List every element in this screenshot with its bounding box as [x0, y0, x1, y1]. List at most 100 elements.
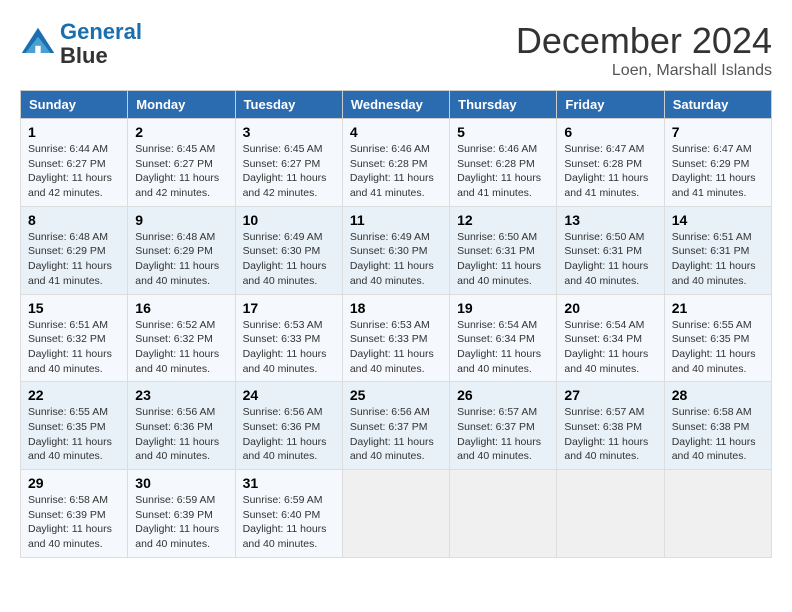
- calendar-cell: 11 Sunrise: 6:49 AM Sunset: 6:30 PM Dayl…: [342, 206, 449, 294]
- day-info: Sunrise: 6:46 AM Sunset: 6:28 PM Dayligh…: [350, 142, 442, 201]
- day-number: 14: [672, 212, 764, 228]
- day-number: 27: [564, 387, 656, 403]
- day-number: 25: [350, 387, 442, 403]
- calendar-cell: 26 Sunrise: 6:57 AM Sunset: 6:37 PM Dayl…: [450, 382, 557, 470]
- day-number: 13: [564, 212, 656, 228]
- day-number: 26: [457, 387, 549, 403]
- calendar-cell: 29 Sunrise: 6:58 AM Sunset: 6:39 PM Dayl…: [21, 470, 128, 558]
- calendar-cell: 13 Sunrise: 6:50 AM Sunset: 6:31 PM Dayl…: [557, 206, 664, 294]
- calendar-cell: 6 Sunrise: 6:47 AM Sunset: 6:28 PM Dayli…: [557, 119, 664, 207]
- day-info: Sunrise: 6:53 AM Sunset: 6:33 PM Dayligh…: [350, 318, 442, 377]
- weekday-header-cell: Sunday: [21, 91, 128, 119]
- calendar-cell: 10 Sunrise: 6:49 AM Sunset: 6:30 PM Dayl…: [235, 206, 342, 294]
- calendar-cell: [557, 470, 664, 558]
- logo: General Blue: [20, 20, 142, 68]
- day-info: Sunrise: 6:51 AM Sunset: 6:31 PM Dayligh…: [672, 230, 764, 289]
- calendar-cell: 21 Sunrise: 6:55 AM Sunset: 6:35 PM Dayl…: [664, 294, 771, 382]
- calendar-cell: 2 Sunrise: 6:45 AM Sunset: 6:27 PM Dayli…: [128, 119, 235, 207]
- calendar-week-row: 15 Sunrise: 6:51 AM Sunset: 6:32 PM Dayl…: [21, 294, 772, 382]
- day-number: 24: [243, 387, 335, 403]
- day-info: Sunrise: 6:50 AM Sunset: 6:31 PM Dayligh…: [564, 230, 656, 289]
- title-section: December 2024 Loen, Marshall Islands: [516, 20, 772, 80]
- weekday-header-cell: Wednesday: [342, 91, 449, 119]
- calendar-cell: 25 Sunrise: 6:56 AM Sunset: 6:37 PM Dayl…: [342, 382, 449, 470]
- calendar-table: SundayMondayTuesdayWednesdayThursdayFrid…: [20, 90, 772, 558]
- day-number: 20: [564, 300, 656, 316]
- day-number: 2: [135, 124, 227, 140]
- day-number: 8: [28, 212, 120, 228]
- calendar-cell: 7 Sunrise: 6:47 AM Sunset: 6:29 PM Dayli…: [664, 119, 771, 207]
- day-info: Sunrise: 6:49 AM Sunset: 6:30 PM Dayligh…: [243, 230, 335, 289]
- calendar-cell: 9 Sunrise: 6:48 AM Sunset: 6:29 PM Dayli…: [128, 206, 235, 294]
- day-number: 1: [28, 124, 120, 140]
- day-info: Sunrise: 6:52 AM Sunset: 6:32 PM Dayligh…: [135, 318, 227, 377]
- day-number: 4: [350, 124, 442, 140]
- day-number: 29: [28, 475, 120, 491]
- day-info: Sunrise: 6:56 AM Sunset: 6:37 PM Dayligh…: [350, 405, 442, 464]
- day-info: Sunrise: 6:54 AM Sunset: 6:34 PM Dayligh…: [564, 318, 656, 377]
- calendar-cell: 23 Sunrise: 6:56 AM Sunset: 6:36 PM Dayl…: [128, 382, 235, 470]
- calendar-body: 1 Sunrise: 6:44 AM Sunset: 6:27 PM Dayli…: [21, 119, 772, 558]
- day-number: 30: [135, 475, 227, 491]
- calendar-cell: 30 Sunrise: 6:59 AM Sunset: 6:39 PM Dayl…: [128, 470, 235, 558]
- calendar-cell: [450, 470, 557, 558]
- day-info: Sunrise: 6:58 AM Sunset: 6:38 PM Dayligh…: [672, 405, 764, 464]
- month-title: December 2024: [516, 20, 772, 62]
- day-number: 31: [243, 475, 335, 491]
- day-info: Sunrise: 6:45 AM Sunset: 6:27 PM Dayligh…: [135, 142, 227, 201]
- calendar-cell: 14 Sunrise: 6:51 AM Sunset: 6:31 PM Dayl…: [664, 206, 771, 294]
- calendar-cell: 1 Sunrise: 6:44 AM Sunset: 6:27 PM Dayli…: [21, 119, 128, 207]
- calendar-cell: 31 Sunrise: 6:59 AM Sunset: 6:40 PM Dayl…: [235, 470, 342, 558]
- calendar-cell: 16 Sunrise: 6:52 AM Sunset: 6:32 PM Dayl…: [128, 294, 235, 382]
- logo-line1: General: [60, 19, 142, 44]
- calendar-week-row: 8 Sunrise: 6:48 AM Sunset: 6:29 PM Dayli…: [21, 206, 772, 294]
- calendar-cell: 8 Sunrise: 6:48 AM Sunset: 6:29 PM Dayli…: [21, 206, 128, 294]
- calendar-cell: 18 Sunrise: 6:53 AM Sunset: 6:33 PM Dayl…: [342, 294, 449, 382]
- calendar-cell: 3 Sunrise: 6:45 AM Sunset: 6:27 PM Dayli…: [235, 119, 342, 207]
- calendar-cell: 20 Sunrise: 6:54 AM Sunset: 6:34 PM Dayl…: [557, 294, 664, 382]
- calendar-cell: 22 Sunrise: 6:55 AM Sunset: 6:35 PM Dayl…: [21, 382, 128, 470]
- day-number: 22: [28, 387, 120, 403]
- day-number: 7: [672, 124, 764, 140]
- day-info: Sunrise: 6:47 AM Sunset: 6:29 PM Dayligh…: [672, 142, 764, 201]
- calendar-cell: 12 Sunrise: 6:50 AM Sunset: 6:31 PM Dayl…: [450, 206, 557, 294]
- day-info: Sunrise: 6:55 AM Sunset: 6:35 PM Dayligh…: [672, 318, 764, 377]
- calendar-cell: [342, 470, 449, 558]
- day-info: Sunrise: 6:56 AM Sunset: 6:36 PM Dayligh…: [243, 405, 335, 464]
- calendar-week-row: 29 Sunrise: 6:58 AM Sunset: 6:39 PM Dayl…: [21, 470, 772, 558]
- day-number: 11: [350, 212, 442, 228]
- day-info: Sunrise: 6:55 AM Sunset: 6:35 PM Dayligh…: [28, 405, 120, 464]
- day-info: Sunrise: 6:59 AM Sunset: 6:40 PM Dayligh…: [243, 493, 335, 552]
- day-number: 16: [135, 300, 227, 316]
- weekday-header-cell: Tuesday: [235, 91, 342, 119]
- day-info: Sunrise: 6:58 AM Sunset: 6:39 PM Dayligh…: [28, 493, 120, 552]
- day-number: 5: [457, 124, 549, 140]
- day-number: 12: [457, 212, 549, 228]
- weekday-header-row: SundayMondayTuesdayWednesdayThursdayFrid…: [21, 91, 772, 119]
- day-info: Sunrise: 6:48 AM Sunset: 6:29 PM Dayligh…: [135, 230, 227, 289]
- day-number: 3: [243, 124, 335, 140]
- calendar-cell: 24 Sunrise: 6:56 AM Sunset: 6:36 PM Dayl…: [235, 382, 342, 470]
- day-number: 21: [672, 300, 764, 316]
- day-info: Sunrise: 6:45 AM Sunset: 6:27 PM Dayligh…: [243, 142, 335, 201]
- day-info: Sunrise: 6:44 AM Sunset: 6:27 PM Dayligh…: [28, 142, 120, 201]
- calendar-cell: 19 Sunrise: 6:54 AM Sunset: 6:34 PM Dayl…: [450, 294, 557, 382]
- weekday-header-cell: Monday: [128, 91, 235, 119]
- weekday-header-cell: Thursday: [450, 91, 557, 119]
- location: Loen, Marshall Islands: [516, 62, 772, 80]
- day-number: 23: [135, 387, 227, 403]
- day-number: 18: [350, 300, 442, 316]
- calendar-cell: 4 Sunrise: 6:46 AM Sunset: 6:28 PM Dayli…: [342, 119, 449, 207]
- day-info: Sunrise: 6:53 AM Sunset: 6:33 PM Dayligh…: [243, 318, 335, 377]
- day-info: Sunrise: 6:50 AM Sunset: 6:31 PM Dayligh…: [457, 230, 549, 289]
- day-number: 19: [457, 300, 549, 316]
- calendar-cell: 15 Sunrise: 6:51 AM Sunset: 6:32 PM Dayl…: [21, 294, 128, 382]
- day-number: 10: [243, 212, 335, 228]
- day-info: Sunrise: 6:48 AM Sunset: 6:29 PM Dayligh…: [28, 230, 120, 289]
- calendar-cell: 5 Sunrise: 6:46 AM Sunset: 6:28 PM Dayli…: [450, 119, 557, 207]
- day-number: 17: [243, 300, 335, 316]
- weekday-header-cell: Friday: [557, 91, 664, 119]
- logo-icon: [20, 26, 56, 62]
- day-number: 15: [28, 300, 120, 316]
- day-info: Sunrise: 6:56 AM Sunset: 6:36 PM Dayligh…: [135, 405, 227, 464]
